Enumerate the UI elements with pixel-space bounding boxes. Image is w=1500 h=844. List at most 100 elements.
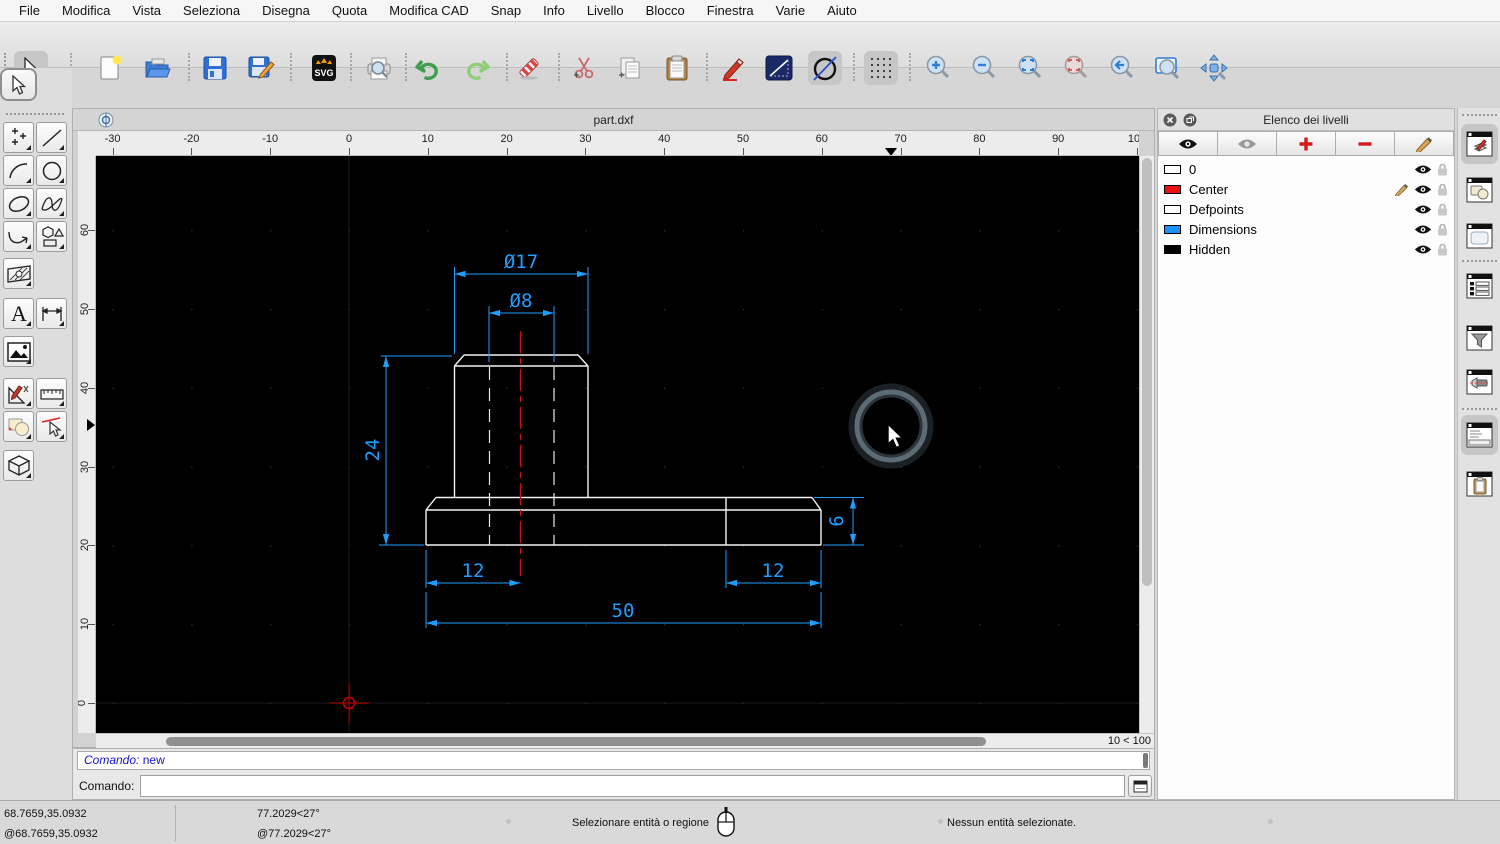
layer-color-swatch[interactable] — [1164, 245, 1181, 254]
svg-export-button[interactable]: SVG — [307, 51, 341, 85]
vertical-scrollbar[interactable] — [1139, 156, 1154, 733]
menu-item-disegna[interactable]: Disegna — [251, 0, 321, 22]
measure-tool-button[interactable] — [36, 378, 67, 409]
vertical-scrollbar-thumb[interactable] — [1142, 158, 1152, 586]
layer-list-dock-button[interactable] — [1464, 128, 1495, 159]
save-button[interactable] — [198, 51, 232, 85]
show-all-layers-button[interactable] — [1158, 131, 1218, 156]
layer-visible-icon[interactable] — [1414, 204, 1432, 215]
close-panel-icon[interactable] — [1163, 113, 1177, 127]
save-as-button[interactable] — [244, 51, 278, 85]
menu-item-quota[interactable]: Quota — [321, 0, 378, 22]
cut-button[interactable] — [567, 51, 601, 85]
clipboard-dock-button[interactable] — [1464, 468, 1495, 499]
edit-layer-button[interactable] — [1395, 131, 1454, 156]
palette-select-button[interactable] — [0, 68, 37, 101]
block-list-dock-button[interactable] — [1464, 174, 1495, 205]
layer-color-swatch[interactable] — [1164, 225, 1181, 234]
dimension-tool-button[interactable] — [36, 298, 67, 329]
menu-item-modifica[interactable]: Modifica — [51, 0, 121, 22]
entity-list-dock-button[interactable] — [1464, 270, 1495, 301]
edit-entity-button[interactable] — [716, 51, 750, 85]
layer-color-swatch[interactable] — [1164, 165, 1181, 174]
paste-button[interactable] — [660, 51, 694, 85]
library-browser-dock-button[interactable] — [1464, 220, 1495, 251]
circle-tool-button-palette[interactable] — [36, 155, 67, 186]
layer-row-0[interactable]: 0 — [1158, 159, 1454, 179]
drawing-canvas[interactable]: Ø17 Ø8 24 6 12 12 50 — [96, 156, 1139, 733]
history-scrollbar-thumb[interactable] — [1143, 753, 1148, 768]
menu-item-livello[interactable]: Livello — [576, 0, 635, 22]
float-panel-icon[interactable] — [1183, 113, 1197, 127]
layer-lock-icon[interactable] — [1437, 203, 1448, 216]
layer-row-dimensions[interactable]: Dimensions — [1158, 219, 1454, 239]
layer-row-defpoints[interactable]: Defpoints — [1158, 199, 1454, 219]
polyline-tool-button[interactable] — [3, 221, 34, 252]
circle-tool-button[interactable] — [808, 51, 842, 85]
layer-visible-icon[interactable] — [1414, 224, 1432, 235]
menu-item-file[interactable]: File — [8, 0, 51, 22]
points-tool-button[interactable] — [3, 122, 34, 153]
axis-lines — [96, 156, 1139, 733]
zoom-pan-button[interactable] — [1197, 51, 1231, 85]
copy-button[interactable] — [613, 51, 647, 85]
layer-visible-icon[interactable] — [1414, 244, 1432, 255]
eraser-button[interactable] — [512, 51, 546, 85]
layer-lock-icon[interactable] — [1437, 163, 1448, 176]
menu-item-modifica-cad[interactable]: Modifica CAD — [378, 0, 479, 22]
zoom-previous-button[interactable] — [1105, 51, 1139, 85]
layer-visible-icon[interactable] — [1414, 164, 1432, 175]
add-layer-button[interactable] — [1277, 131, 1336, 156]
zoom-window-button[interactable] — [1151, 51, 1185, 85]
remove-layer-button[interactable] — [1336, 131, 1395, 156]
menu-item-blocco[interactable]: Blocco — [635, 0, 696, 22]
menu-item-vista[interactable]: Vista — [121, 0, 172, 22]
blocks-tool-button[interactable] — [3, 411, 34, 442]
new-file-button[interactable] — [94, 51, 128, 85]
select-entity-tool-button[interactable] — [36, 411, 67, 442]
layer-visible-icon[interactable] — [1414, 184, 1432, 195]
window-titlebar[interactable]: part.dxf — [73, 109, 1154, 131]
menu-item-snap[interactable]: Snap — [480, 0, 532, 22]
command-detach-button[interactable] — [1128, 775, 1152, 797]
filter-dock-button[interactable] — [1464, 322, 1495, 353]
hatch-tool-button[interactable] — [3, 258, 34, 289]
layer-lock-icon[interactable] — [1437, 183, 1448, 196]
shapes-tool-button[interactable] — [36, 221, 67, 252]
layer-row-hidden[interactable]: Hidden — [1158, 239, 1454, 259]
menu-item-info[interactable]: Info — [532, 0, 576, 22]
menu-item-aiuto[interactable]: Aiuto — [816, 0, 868, 22]
layer-row-center[interactable]: Center — [1158, 179, 1454, 199]
spline-tool-button[interactable] — [36, 188, 67, 219]
line-tool-button[interactable] — [762, 51, 796, 85]
ellipse-tool-button[interactable] — [3, 188, 34, 219]
zoom-in-button[interactable] — [921, 51, 955, 85]
arc-tool-button[interactable] — [3, 155, 34, 186]
menu-item-varie[interactable]: Varie — [765, 0, 816, 22]
horizontal-scrollbar-thumb[interactable] — [166, 737, 986, 746]
modify-tools-button[interactable] — [3, 378, 34, 409]
open-file-button[interactable] — [141, 51, 175, 85]
command-widget-dock-button[interactable] — [1464, 419, 1495, 450]
layer-color-swatch[interactable] — [1164, 205, 1181, 214]
redo-button[interactable] — [460, 51, 494, 85]
text-tool-button[interactable]: A — [3, 298, 34, 329]
menu-item-seleziona[interactable]: Seleziona — [172, 0, 251, 22]
zoom-redraw-button[interactable] — [1059, 51, 1093, 85]
layer-lock-icon[interactable] — [1437, 223, 1448, 236]
line-tool-button-palette[interactable] — [36, 122, 67, 153]
menu-item-finestra[interactable]: Finestra — [696, 0, 765, 22]
snap-grid-button[interactable] — [864, 51, 898, 85]
zoom-auto-button[interactable] — [1013, 51, 1047, 85]
undo-button[interactable] — [411, 51, 445, 85]
hide-all-layers-button[interactable] — [1218, 131, 1277, 156]
solid-3d-tool-button[interactable] — [3, 450, 34, 481]
pen-palette-dock-button[interactable] — [1464, 366, 1495, 397]
print-preview-button[interactable] — [362, 51, 396, 85]
layer-color-swatch[interactable] — [1164, 185, 1181, 194]
horizontal-scrollbar[interactable] — [96, 733, 1096, 748]
layer-lock-icon[interactable] — [1437, 243, 1448, 256]
image-tool-button[interactable] — [3, 336, 34, 367]
command-input[interactable] — [140, 775, 1125, 797]
zoom-out-button[interactable] — [967, 51, 1001, 85]
